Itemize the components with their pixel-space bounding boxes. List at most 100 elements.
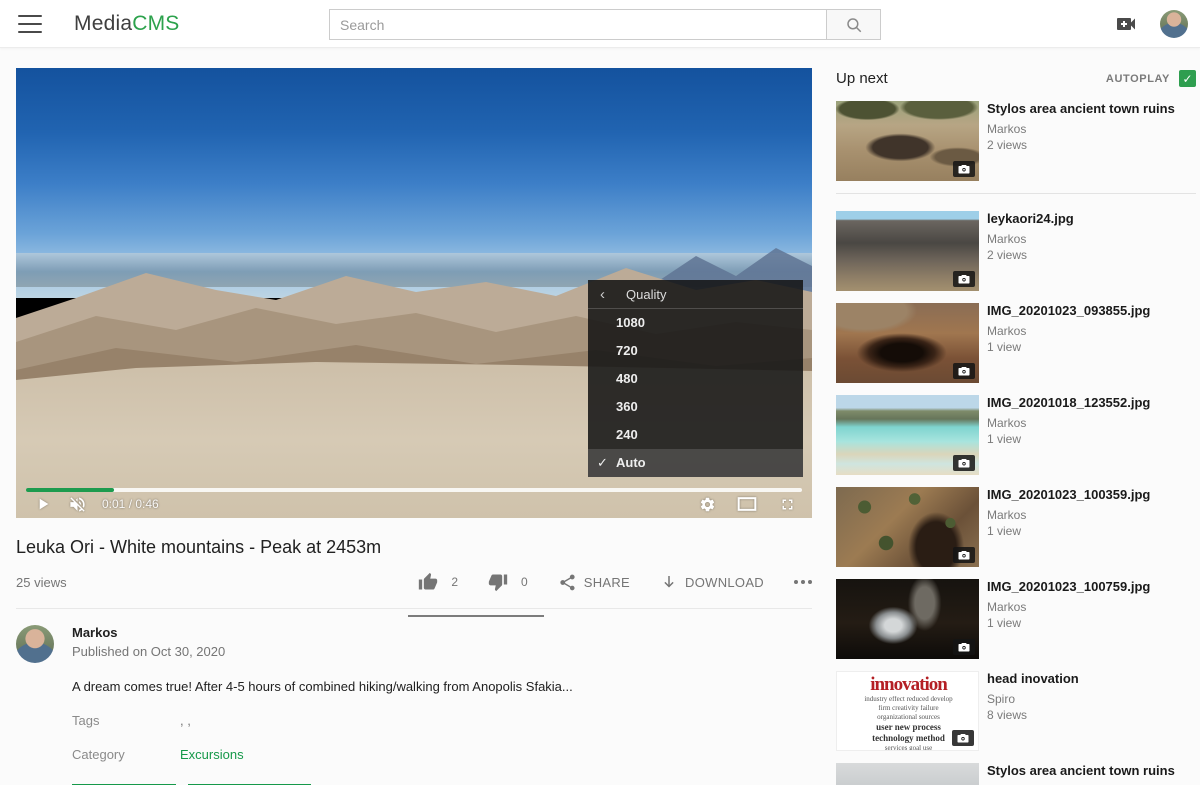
quality-option[interactable]: ✓ 240 xyxy=(588,421,803,449)
share-icon xyxy=(558,573,577,592)
play-button[interactable] xyxy=(32,493,54,515)
share-button[interactable]: SHARE xyxy=(558,573,630,592)
logo-text-media: Media xyxy=(74,12,132,35)
logo-text-cms: CMS xyxy=(132,12,179,35)
check-icon: ✓ xyxy=(597,449,608,477)
tags-list xyxy=(180,713,191,728)
quality-option[interactable]: ✓ 1080 xyxy=(588,309,803,337)
dislike-count: 0 xyxy=(521,575,528,589)
photo-type-badge xyxy=(953,271,975,287)
settings-button[interactable] xyxy=(696,493,718,515)
item-title: head inovation xyxy=(987,671,1189,687)
video-title: Leuka Ori - White mountains - Peak at 24… xyxy=(16,537,812,558)
item-author: Markos xyxy=(987,416,1189,430)
thumb-down-icon xyxy=(488,572,508,592)
mute-button[interactable] xyxy=(66,493,88,515)
user-avatar[interactable] xyxy=(1160,10,1188,38)
category-row: Category Excursions xyxy=(72,747,812,762)
up-next-item[interactable]: IMG_20201023_093855.jpg Markos 1 view xyxy=(836,303,1196,383)
up-next-item[interactable]: IMG_20201023_100759.jpg Markos 1 view xyxy=(836,579,1196,659)
tag-link[interactable] xyxy=(187,713,191,728)
media-thumbnail xyxy=(836,101,979,181)
photo-type-badge xyxy=(953,363,975,379)
fullscreen-button[interactable] xyxy=(776,493,798,515)
photo-type-badge xyxy=(953,639,975,655)
play-icon xyxy=(35,496,51,512)
camera-icon xyxy=(958,550,970,560)
quality-option[interactable]: ✓ Auto xyxy=(588,449,803,477)
dislike-button[interactable]: 0 xyxy=(488,572,528,592)
category-link[interactable]: Excursions xyxy=(180,747,244,762)
media-thumbnail xyxy=(836,763,979,785)
author-avatar[interactable] xyxy=(16,625,54,663)
upload-media-icon[interactable] xyxy=(1114,12,1138,36)
up-next-sidebar: Up next AUTOPLAY ✓ xyxy=(836,70,1196,785)
video-player[interactable]: 0:01 / 0:46 xyxy=(16,68,812,518)
top-navbar: MediaCMS xyxy=(0,0,1200,48)
like-button[interactable]: 2 xyxy=(418,572,458,592)
autoplay-checkbox[interactable]: ✓ xyxy=(1179,70,1196,87)
search-input[interactable] xyxy=(329,9,826,40)
up-next-item[interactable]: Stylos area ancient town ruins xyxy=(836,763,1196,785)
video-description: A dream comes true! After 4-5 hours of c… xyxy=(72,679,632,694)
item-title: IMG_20201018_123552.jpg xyxy=(987,395,1189,411)
quality-option-label: 480 xyxy=(616,371,638,386)
autoplay-label: AUTOPLAY xyxy=(1106,73,1170,85)
quality-menu: ‹ Quality ✓ 1080 ✓ 720 ✓ 480 ✓ 360 xyxy=(588,280,803,477)
media-thumbnail xyxy=(836,211,979,291)
quality-option[interactable]: ✓ 720 xyxy=(588,337,803,365)
up-next-item[interactable]: leykaori24.jpg Markos 2 views xyxy=(836,211,1196,291)
menu-icon[interactable] xyxy=(18,15,42,33)
vote-group: 2 0 xyxy=(388,572,527,592)
autoplay-control: AUTOPLAY ✓ xyxy=(1106,70,1196,87)
media-thumbnail xyxy=(836,303,979,383)
search-icon xyxy=(845,16,863,34)
logo[interactable]: MediaCMS xyxy=(74,12,179,36)
photo-type-badge xyxy=(953,547,975,563)
up-next-title: Up next xyxy=(836,70,888,87)
view-count: 25 views xyxy=(16,575,67,590)
quality-option-label: Auto xyxy=(616,455,646,470)
header-actions xyxy=(1114,0,1188,48)
theater-mode-button[interactable] xyxy=(736,493,758,515)
media-thumbnail xyxy=(836,487,979,567)
quality-menu-title: Quality xyxy=(626,287,666,302)
item-title: Stylos area ancient town ruins xyxy=(987,101,1189,117)
media-thumbnail: innovation industry effect reduced devel… xyxy=(836,671,979,751)
search-button[interactable] xyxy=(826,9,881,40)
theater-icon xyxy=(737,496,757,512)
tags-label: Tags xyxy=(72,713,180,728)
item-title: IMG_20201023_100759.jpg xyxy=(987,579,1189,595)
photo-type-badge xyxy=(953,455,975,471)
up-next-item[interactable]: innovation industry effect reduced devel… xyxy=(836,671,1196,751)
item-views: 1 view xyxy=(987,524,1189,538)
quality-option[interactable]: ✓ 360 xyxy=(588,393,803,421)
quality-option-label: 720 xyxy=(616,343,638,358)
main-column: 0:01 / 0:46 xyxy=(16,68,812,785)
item-views: 1 view xyxy=(987,616,1189,630)
quality-option-label: 240 xyxy=(616,427,638,442)
quality-option-label: 360 xyxy=(616,399,638,414)
camera-icon xyxy=(958,366,970,376)
progress-bar[interactable] xyxy=(26,488,802,492)
category-label: Category xyxy=(72,747,180,762)
publish-date: Published on Oct 30, 2020 xyxy=(72,644,225,659)
quality-option[interactable]: ✓ 480 xyxy=(588,365,803,393)
media-thumbnail xyxy=(836,395,979,475)
up-next-item[interactable]: IMG_20201023_100359.jpg Markos 1 view xyxy=(836,487,1196,567)
photo-type-badge xyxy=(952,730,974,746)
time-display: 0:01 / 0:46 xyxy=(102,497,159,511)
item-views: 2 views xyxy=(987,138,1189,152)
more-options-icon[interactable] xyxy=(794,580,812,584)
quality-menu-back[interactable]: ‹ Quality xyxy=(588,280,803,309)
author-name[interactable]: Markos xyxy=(72,625,225,640)
chevron-left-icon: ‹ xyxy=(600,286,626,303)
item-title: leykaori24.jpg xyxy=(987,211,1189,227)
download-button[interactable]: DOWNLOAD xyxy=(660,573,764,591)
up-next-item[interactable]: Stylos area ancient town ruins Markos 2 … xyxy=(836,101,1196,194)
item-views: 1 view xyxy=(987,340,1189,354)
photo-type-badge xyxy=(953,161,975,177)
item-author: Markos xyxy=(987,508,1189,522)
up-next-item[interactable]: IMG_20201018_123552.jpg Markos 1 view xyxy=(836,395,1196,475)
fullscreen-icon xyxy=(779,496,796,513)
